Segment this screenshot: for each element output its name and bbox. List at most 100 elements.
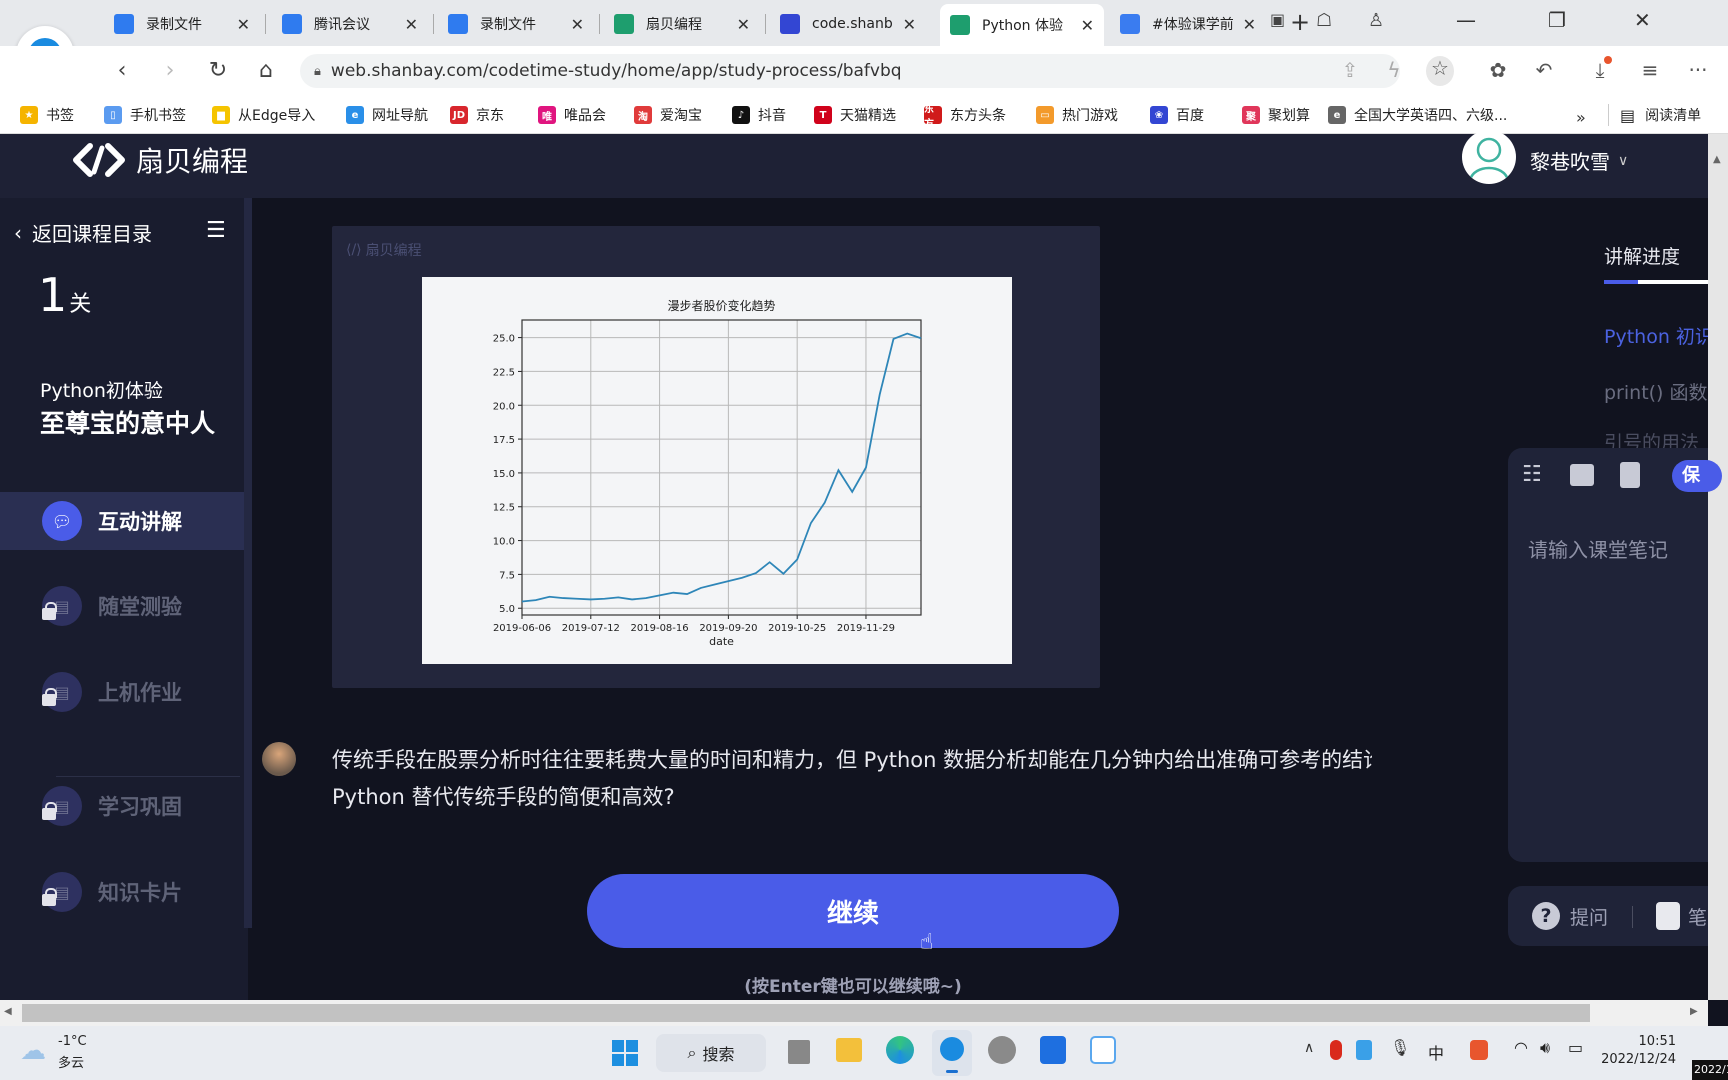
ask-question-button[interactable]: ? 提问 <box>1532 902 1608 930</box>
catalog-list-icon[interactable]: ☰ <box>206 218 226 243</box>
sidebar-nav-item[interactable]: 💬︎ 互动讲解 <box>0 492 244 550</box>
close-tab-icon[interactable]: ✕ <box>571 15 584 34</box>
volume-icon[interactable]: 🔊︎ <box>1540 1038 1550 1058</box>
scroll-right-arrow-icon[interactable]: ▶ <box>1690 1006 1698 1017</box>
sidebar-nav-item[interactable]: ▤ 学习巩固 <box>0 778 244 834</box>
sidebar-nav-item[interactable]: ▤ 知识卡片 <box>0 864 244 920</box>
browser-tab[interactable]: Python 体验 ✕ <box>940 4 1104 46</box>
close-tab-icon[interactable]: ✕ <box>237 15 250 34</box>
sidebar-nav-item[interactable]: ▤ 上机作业 <box>0 664 244 720</box>
start-button[interactable] <box>612 1040 638 1066</box>
bookmark-item[interactable]: 唯唯品会 <box>538 105 606 125</box>
scroll-left-arrow-icon[interactable]: ◀ <box>4 1006 12 1017</box>
shirt-icon[interactable]: ♙ <box>1368 10 1384 31</box>
close-tab-icon[interactable]: ✕ <box>737 15 750 34</box>
wifi-icon[interactable]: ◠ <box>1514 1038 1528 1057</box>
browser-tab[interactable]: #体验课学前 ✕ <box>1110 6 1266 42</box>
taskbar-search-button[interactable]: ⌕ 搜索 <box>656 1034 766 1072</box>
bookmark-label: 全国大学英语四、六级... <box>1354 108 1508 124</box>
edge-taskbar-icon[interactable] <box>886 1036 914 1064</box>
site-logo[interactable]: 扇贝编程 <box>70 140 248 180</box>
page-vertical-scrollbar[interactable]: ▲ <box>1708 134 1728 1000</box>
minimize-button[interactable]: — <box>1456 8 1476 32</box>
sogou-ime-icon[interactable] <box>1470 1040 1488 1060</box>
forward-button[interactable]: › <box>156 58 184 83</box>
more-menu-icon[interactable]: ··· <box>1684 58 1712 82</box>
tray-app-icon[interactable] <box>1356 1040 1372 1060</box>
favorite-star-icon[interactable]: ☆ <box>1426 56 1454 86</box>
close-tab-icon[interactable]: ✕ <box>405 15 418 34</box>
bookmark-item[interactable]: 聚聚划算 <box>1242 105 1310 125</box>
close-tab-icon[interactable]: ✕ <box>903 15 916 34</box>
bookmarks-more-button[interactable]: » <box>1576 108 1586 127</box>
scroll-up-arrow-icon[interactable]: ▲ <box>1713 154 1721 165</box>
bookmark-item[interactable]: ▆ 从Edge导入 <box>212 105 315 125</box>
progress-item-3[interactable]: 引号的用法 <box>1604 428 1708 448</box>
bullet-list-icon[interactable]: ☷ <box>1522 462 1542 487</box>
battery-icon[interactable]: ▭ <box>1568 1038 1583 1057</box>
download-icon[interactable]: ⤓ <box>1586 56 1614 82</box>
browser-tab[interactable]: 腾讯会议 ✕ <box>272 6 428 42</box>
reading-list-button[interactable]: ▤ 阅读清单 <box>1620 105 1701 125</box>
sidebar-nav-item[interactable]: ▤ 随堂测验 <box>0 578 244 634</box>
continue-button[interactable]: 继续 <box>587 874 1119 948</box>
file-explorer-icon[interactable] <box>836 1038 862 1062</box>
qq-tray-icon[interactable] <box>1330 1040 1342 1060</box>
bookmark-item[interactable]: ★ 书签 <box>20 105 74 125</box>
user-menu[interactable]: 黎巷吹雪 ∨ <box>1530 146 1628 175</box>
ie-edge-active-taskbar-item[interactable] <box>932 1030 972 1076</box>
app-globe-icon[interactable] <box>988 1036 1016 1064</box>
page-horizontal-scrollbar[interactable]: ◀ ▶ <box>0 1000 1708 1026</box>
bookmark-item[interactable]: T 天猫精选 <box>814 105 896 125</box>
browser-tab[interactable]: 扇贝编程 ✕ <box>604 6 760 42</box>
take-note-button[interactable]: 笔 <box>1656 902 1707 930</box>
refresh-button[interactable]: ↻ <box>204 58 232 83</box>
ime-indicator[interactable]: 中 <box>1428 1040 1444 1064</box>
close-tab-icon[interactable]: ✕ <box>1243 15 1256 34</box>
tab-count-icon[interactable]: ▣ <box>1270 10 1285 29</box>
microphone-icon[interactable]: 🎙︎ <box>1390 1038 1410 1057</box>
extensions-icon[interactable]: ✿ <box>1484 58 1512 82</box>
progress-item-1[interactable]: Python 初识 <box>1604 322 1708 349</box>
incognito-icon[interactable]: ☖ <box>1316 10 1332 31</box>
close-tab-icon[interactable]: ✕ <box>1081 16 1094 35</box>
bookmark-item[interactable]: e 网址导航 <box>346 105 428 125</box>
bookmark-item[interactable]: ♪ 抖音 <box>732 105 786 125</box>
back-button[interactable]: ‹ <box>108 58 136 83</box>
notes-input[interactable]: 请输入课堂笔记 <box>1528 534 1668 563</box>
bookmark-item[interactable]: ▭ 热门游戏 <box>1036 105 1118 125</box>
user-avatar[interactable] <box>1462 130 1516 184</box>
progress-item-2[interactable]: print() 函数 <box>1604 378 1708 405</box>
scrollbar-thumb[interactable] <box>22 1004 1590 1022</box>
playlist-icon[interactable]: ≡ <box>1636 58 1664 82</box>
close-window-button[interactable]: ✕ <box>1634 8 1651 32</box>
clock-date[interactable]: 2022/12/24 <box>1596 1052 1676 1067</box>
app-taskbar-icon[interactable] <box>1090 1036 1116 1064</box>
bookmark-item[interactable]: JD 京东 <box>450 105 504 125</box>
browser-tab[interactable]: code.shanb ✕ <box>770 6 926 42</box>
task-view-icon[interactable] <box>788 1040 810 1064</box>
tencent-meeting-taskbar-icon[interactable] <box>1040 1036 1066 1064</box>
edit-note-icon[interactable] <box>1620 462 1640 488</box>
image-icon[interactable] <box>1570 464 1594 486</box>
bookmark-item[interactable]: 东方 东方头条 <box>924 104 1006 130</box>
undo-icon[interactable]: ↶ <box>1530 58 1558 82</box>
home-button[interactable]: ⌂ <box>252 58 280 83</box>
tray-overflow-icon[interactable]: ∧ <box>1304 1040 1314 1056</box>
url-input[interactable]: 🔒︎ web.shanbay.com/codetime-study/home/a… <box>300 54 1400 88</box>
bookmark-item[interactable]: 淘爱淘宝 <box>634 105 702 125</box>
browser-tab[interactable]: 录制文件 ✕ <box>104 6 260 42</box>
sidebar-scrollbar[interactable] <box>244 198 252 928</box>
clock-time[interactable]: 10:51 <box>1596 1034 1676 1049</box>
back-to-catalog-link[interactable]: ‹ 返回课程目录 <box>14 218 152 247</box>
browser-tab[interactable]: 录制文件 ✕ <box>438 6 594 42</box>
share-icon[interactable]: ⇪ <box>1336 58 1364 82</box>
bookmark-item[interactable]: ▯ 手机书签 <box>104 105 186 125</box>
lightning-icon[interactable]: ϟ <box>1380 58 1408 82</box>
chevron-down-icon: ∨ <box>1618 152 1629 169</box>
new-tab-button[interactable]: + <box>1290 8 1310 36</box>
bookmark-item[interactable]: e 全国大学英语四、六级... <box>1328 105 1507 125</box>
maximize-button[interactable]: ❐ <box>1548 8 1566 32</box>
bookmark-item[interactable]: ❀ 百度 <box>1150 105 1204 125</box>
save-note-button[interactable]: 保 <box>1672 460 1722 492</box>
